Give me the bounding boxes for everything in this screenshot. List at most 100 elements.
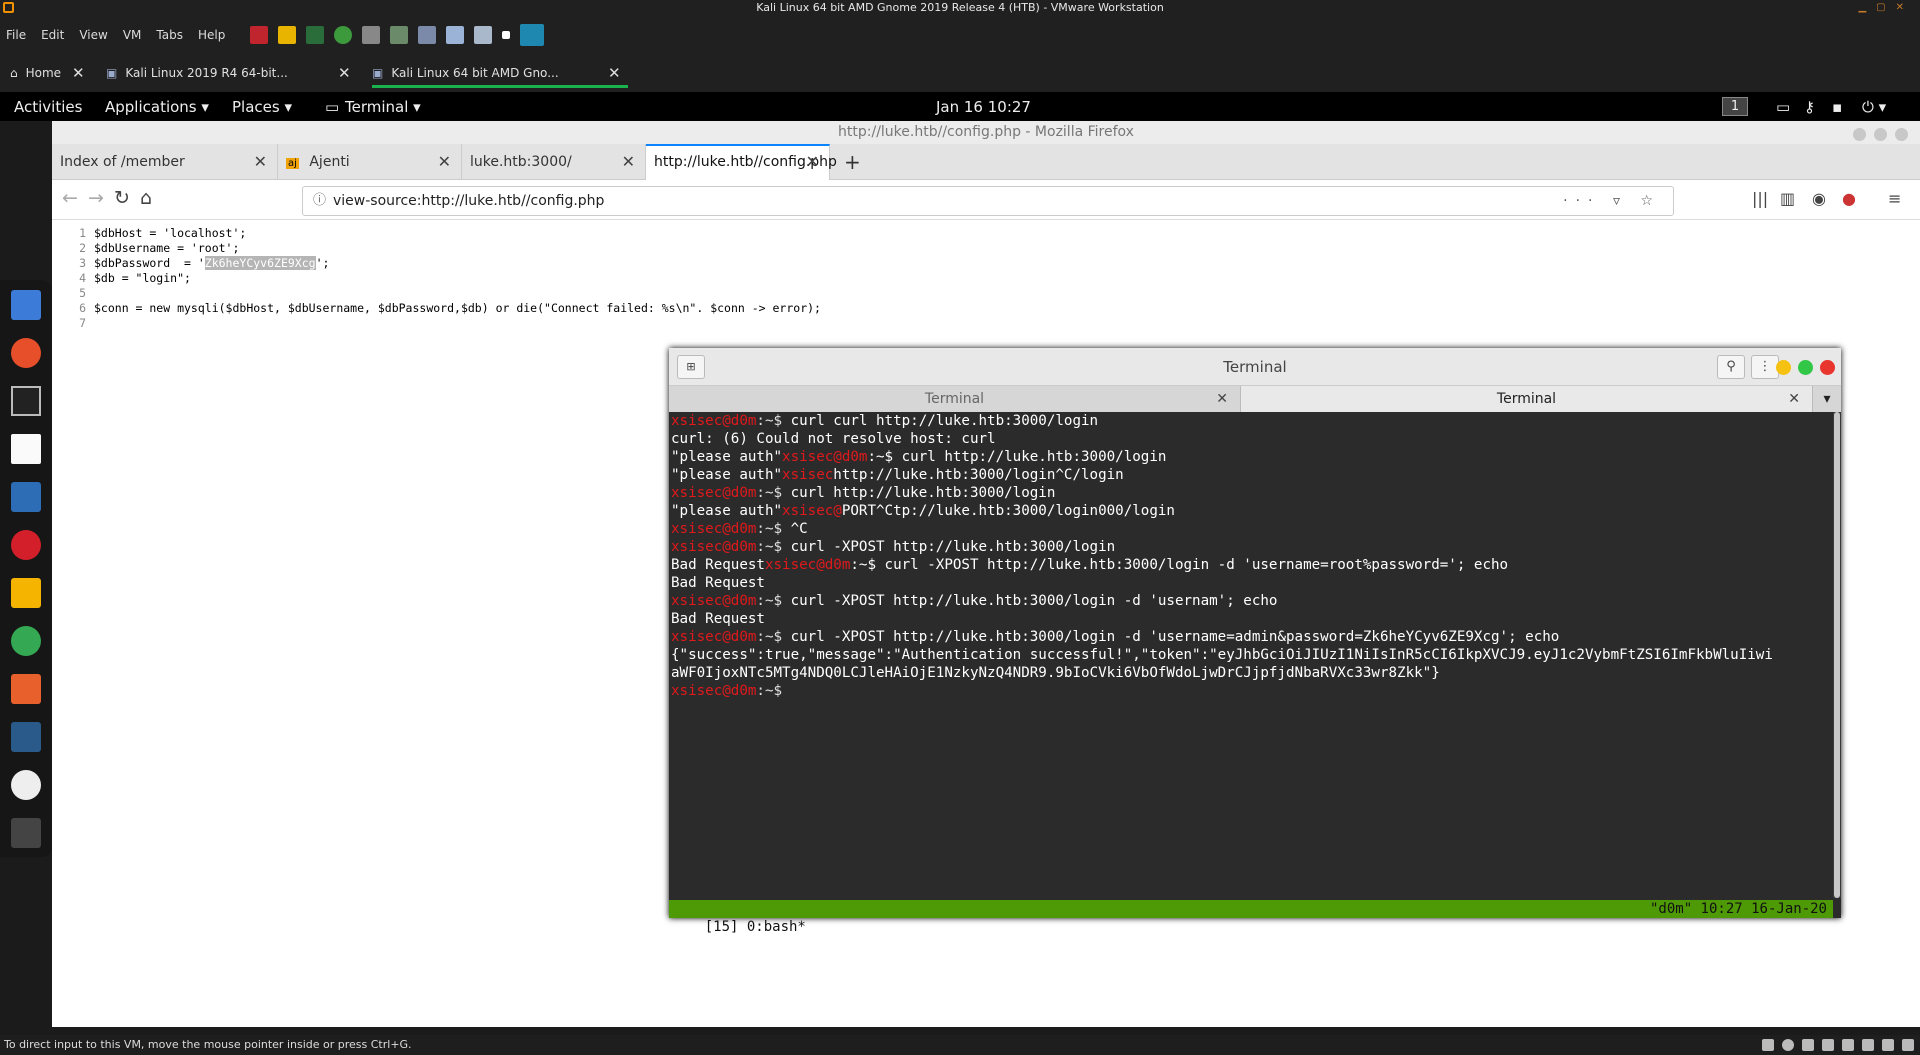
revert-icon[interactable] bbox=[334, 26, 353, 44]
show-applications-icon[interactable] bbox=[11, 818, 41, 848]
new-tab-button[interactable]: + bbox=[836, 144, 866, 180]
settings-sliders-icon[interactable] bbox=[11, 722, 41, 752]
terminal-menu[interactable]: Terminal ▾ bbox=[345, 98, 421, 116]
tab-index-member[interactable]: Index of /member ✕ bbox=[52, 144, 278, 180]
activities-button[interactable]: Activities bbox=[14, 98, 82, 116]
applications-menu[interactable]: Applications ▾ bbox=[105, 98, 209, 116]
play-icon[interactable] bbox=[306, 26, 325, 44]
cherrytree-icon[interactable] bbox=[11, 530, 41, 560]
power-icon[interactable]: ⏻ ▾ bbox=[1862, 98, 1886, 116]
files-icon[interactable] bbox=[11, 290, 41, 320]
sound-icon[interactable] bbox=[1842, 1039, 1854, 1051]
close-icon[interactable]: ✕ bbox=[338, 64, 351, 82]
close-icon[interactable]: ✕ bbox=[254, 144, 267, 180]
info-icon[interactable]: ⓘ bbox=[313, 187, 326, 215]
cd-icon[interactable] bbox=[1782, 1039, 1794, 1051]
screen-icon[interactable]: ▭ bbox=[1776, 98, 1790, 116]
device-icon[interactable] bbox=[1762, 1039, 1774, 1051]
search-icon[interactable]: ⚲ bbox=[1717, 355, 1745, 379]
display-icon[interactable] bbox=[1882, 1039, 1894, 1051]
terminal-line: Bad Request bbox=[671, 611, 765, 627]
hamburger-menu-icon[interactable]: ≡ bbox=[1888, 189, 1901, 208]
close-icon[interactable] bbox=[1820, 360, 1835, 375]
terminal-line: curl: (6) Could not resolve host: curl bbox=[671, 431, 996, 447]
menu-vm[interactable]: VM bbox=[123, 28, 142, 42]
stop-icon[interactable] bbox=[250, 26, 269, 44]
burpsuite-icon[interactable] bbox=[11, 674, 41, 704]
active-tab-indicator bbox=[372, 85, 628, 88]
minimize-icon[interactable] bbox=[1776, 360, 1791, 375]
close-icon[interactable]: ✕ bbox=[1788, 386, 1800, 412]
disc-icon[interactable] bbox=[11, 770, 41, 800]
unity-icon[interactable] bbox=[502, 31, 511, 39]
vmware-logo-icon bbox=[3, 2, 14, 13]
menu-help[interactable]: Help bbox=[198, 28, 225, 42]
close-icon[interactable]: ✕ bbox=[622, 144, 635, 180]
places-menu[interactable]: Places ▾ bbox=[232, 98, 292, 116]
fullscreen-icon[interactable] bbox=[474, 26, 493, 44]
usb-icon[interactable] bbox=[1822, 1039, 1834, 1051]
maltego-icon[interactable] bbox=[11, 578, 41, 608]
snapshot-manager-icon[interactable] bbox=[418, 26, 437, 44]
tabs-dropdown-icon[interactable]: ▾ bbox=[1813, 386, 1841, 412]
view-console-icon[interactable] bbox=[446, 26, 465, 44]
snapshot-icon[interactable] bbox=[362, 26, 381, 44]
lock-icon[interactable]: ▪ bbox=[1832, 98, 1842, 116]
terminal-icon[interactable] bbox=[11, 386, 41, 416]
reload-icon[interactable]: ↻ bbox=[114, 187, 130, 209]
vmware-menubar: File Edit View VM Tabs Help bbox=[0, 16, 1920, 54]
tab-luke-3000[interactable]: luke.htb:3000/ ✕ bbox=[462, 144, 646, 180]
snapshot-restore-icon[interactable] bbox=[390, 26, 409, 44]
vm-tab-label: Kali Linux 2019 R4 64-bit... bbox=[125, 66, 288, 80]
url-text[interactable]: view-source:http://luke.htb//config.php bbox=[333, 193, 604, 209]
source-line: 4 $db = "login"; bbox=[79, 271, 191, 285]
metasploit-icon[interactable] bbox=[11, 482, 41, 512]
maximize-icon[interactable] bbox=[1798, 360, 1813, 375]
terminal-tab-strip: Terminal ✕ Terminal ✕ ▾ bbox=[669, 386, 1841, 412]
menu-edit[interactable]: Edit bbox=[41, 28, 64, 42]
sidebar-icon[interactable]: ▥ bbox=[1780, 189, 1795, 208]
terminal-tab-2[interactable]: Terminal ✕ bbox=[1241, 386, 1813, 412]
home-icon[interactable]: ⌂ bbox=[140, 187, 152, 209]
network-icon[interactable] bbox=[1802, 1039, 1814, 1051]
close-icon[interactable]: ✕ bbox=[608, 64, 621, 82]
menu-file[interactable]: File bbox=[6, 28, 26, 42]
terminal-scrollbar[interactable] bbox=[1833, 412, 1841, 898]
terminal-tab-1[interactable]: Terminal ✕ bbox=[669, 386, 1241, 412]
close-icon[interactable]: ✕ bbox=[438, 144, 451, 180]
vm-tab-kali-amd[interactable]: ▣ Kali Linux 64 bit AMD Gno... ✕ bbox=[372, 54, 628, 92]
vm-icon: ▣ bbox=[106, 66, 118, 80]
forward-icon[interactable]: → bbox=[88, 187, 104, 209]
vmware-tabs: ⌂ Home ✕ ▣ Kali Linux 2019 R4 64-bit... … bbox=[0, 54, 1920, 92]
printer-icon[interactable] bbox=[1862, 1039, 1874, 1051]
selected-password[interactable]: Zk6heYCyv6ZE9Xcg bbox=[204, 256, 316, 270]
window-controls[interactable]: ▁▢✕ bbox=[1858, 0, 1914, 16]
messages-icon[interactable] bbox=[1902, 1039, 1914, 1051]
key-icon[interactable]: ⚷ bbox=[1804, 98, 1815, 116]
clock[interactable]: Jan 16 10:27 bbox=[936, 98, 1031, 116]
text-editor-icon[interactable] bbox=[11, 434, 41, 464]
close-icon[interactable]: ✕ bbox=[72, 64, 85, 82]
menu-tabs[interactable]: Tabs bbox=[156, 28, 183, 42]
menu-view[interactable]: View bbox=[79, 28, 107, 42]
vm-tab-home[interactable]: ⌂ Home ✕ bbox=[10, 54, 90, 92]
back-icon[interactable]: ← bbox=[62, 187, 78, 209]
page-actions-icon[interactable]: ··· ▿ ☆ bbox=[1563, 187, 1661, 215]
workspace-indicator[interactable]: 1 bbox=[1722, 97, 1748, 116]
close-icon[interactable]: ✕ bbox=[806, 146, 819, 178]
tab-config-php[interactable]: http://luke.htb//config.php ✕ bbox=[646, 144, 837, 180]
menu-icon[interactable]: ⋮ bbox=[1751, 355, 1779, 379]
url-bar[interactable]: ⓘ view-source:http://luke.htb//config.ph… bbox=[302, 186, 1674, 216]
thumbnail-icon[interactable] bbox=[520, 24, 545, 46]
tab-ajenti[interactable]: aj Ajenti ✕ bbox=[278, 144, 462, 180]
new-tab-icon[interactable]: ⊞ bbox=[677, 355, 705, 379]
extension-icon[interactable]: ● bbox=[1842, 189, 1856, 208]
pause-icon[interactable] bbox=[278, 26, 297, 44]
close-icon[interactable]: ✕ bbox=[1216, 386, 1228, 412]
library-icon[interactable]: ||| bbox=[1752, 189, 1768, 208]
vm-tab-kali-r4[interactable]: ▣ Kali Linux 2019 R4 64-bit... ✕ bbox=[106, 54, 356, 92]
chrome-icon[interactable] bbox=[11, 626, 41, 656]
account-icon[interactable]: ◉ bbox=[1812, 189, 1826, 208]
terminal-output[interactable]: xsisec@d0m:~$ curl curl http://luke.htb:… bbox=[669, 412, 1833, 898]
firefox-icon[interactable] bbox=[11, 338, 41, 368]
